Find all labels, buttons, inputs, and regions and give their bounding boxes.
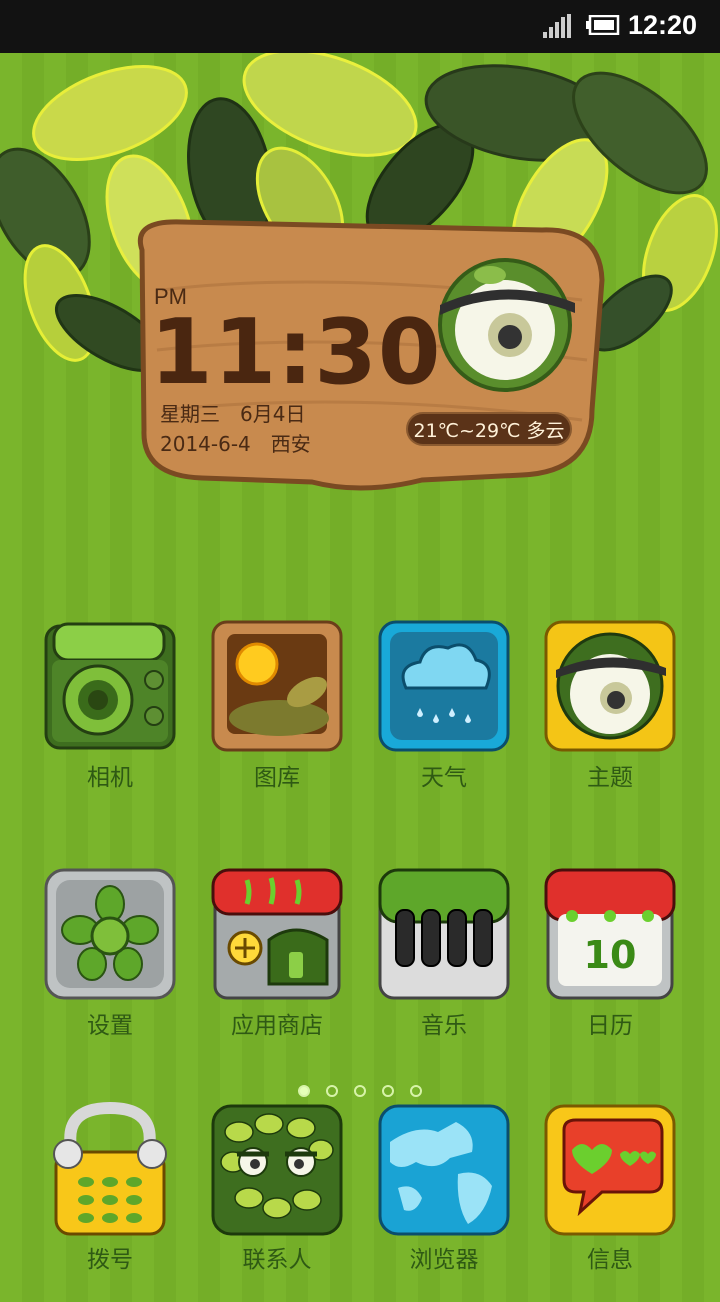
status-bar: 12:20 xyxy=(0,0,720,53)
calendar-day: 10 xyxy=(584,933,637,977)
clock-weekday-date: 星期三 6月4日 xyxy=(160,402,306,426)
clock-date-city: 2014-6-4 西安 xyxy=(160,432,311,456)
messages-icon xyxy=(544,1104,676,1236)
app-calendar[interactable]: 10 日历 xyxy=(530,866,690,1066)
app-music[interactable]: 音乐 xyxy=(364,866,524,1066)
app-contacts[interactable]: 联系人 xyxy=(197,1102,357,1302)
app-label: 图库 xyxy=(254,765,300,791)
app-theme[interactable]: 主题 xyxy=(530,618,690,818)
app-weather[interactable]: 天气 xyxy=(364,618,524,818)
phone-icon xyxy=(53,1102,167,1236)
calendar-icon: 10 xyxy=(544,868,676,1000)
app-label: 浏览器 xyxy=(409,1247,479,1273)
app-store-icon xyxy=(211,868,343,1000)
weather-icon xyxy=(378,620,510,752)
page-indicator xyxy=(290,1083,430,1103)
status-time: 12:20 xyxy=(628,10,698,40)
app-store[interactable]: 应用商店 xyxy=(197,866,357,1066)
page-dot-3[interactable] xyxy=(354,1085,366,1097)
app-gallery[interactable]: 图库 xyxy=(197,618,357,818)
page-dot-1[interactable] xyxy=(298,1085,310,1097)
page-dot-4[interactable] xyxy=(382,1085,394,1097)
clock-time[interactable]: 11:30 xyxy=(150,300,441,405)
app-settings[interactable]: 设置 xyxy=(30,866,190,1066)
battery-icon xyxy=(586,15,620,35)
camera-icon xyxy=(44,622,176,750)
app-label: 音乐 xyxy=(421,1013,467,1039)
page-dot-5[interactable] xyxy=(410,1085,422,1097)
settings-icon xyxy=(44,868,176,1000)
music-icon xyxy=(378,868,510,1000)
app-label: 日历 xyxy=(587,1013,633,1039)
app-label: 天气 xyxy=(421,765,467,791)
app-label: 相机 xyxy=(87,765,133,791)
gallery-icon xyxy=(211,620,343,752)
app-label: 信息 xyxy=(587,1247,633,1273)
app-label: 主题 xyxy=(587,765,633,791)
app-label: 应用商店 xyxy=(231,1013,323,1039)
signal-icon xyxy=(543,14,571,38)
app-browser[interactable]: 浏览器 xyxy=(364,1102,524,1302)
eye-icon xyxy=(438,258,575,392)
page-dot-2[interactable] xyxy=(326,1085,338,1097)
app-label: 设置 xyxy=(87,1013,133,1039)
contacts-icon xyxy=(211,1104,343,1236)
app-camera[interactable]: 相机 xyxy=(30,618,190,818)
app-label: 拨号 xyxy=(87,1247,133,1273)
weather-pill[interactable]: 21℃~29℃ 多云 xyxy=(406,412,572,446)
theme-icon xyxy=(544,620,676,752)
app-label: 联系人 xyxy=(242,1247,312,1273)
browser-icon xyxy=(378,1104,510,1236)
app-phone[interactable]: 拨号 xyxy=(30,1102,190,1302)
app-messages[interactable]: 信息 xyxy=(530,1102,690,1302)
